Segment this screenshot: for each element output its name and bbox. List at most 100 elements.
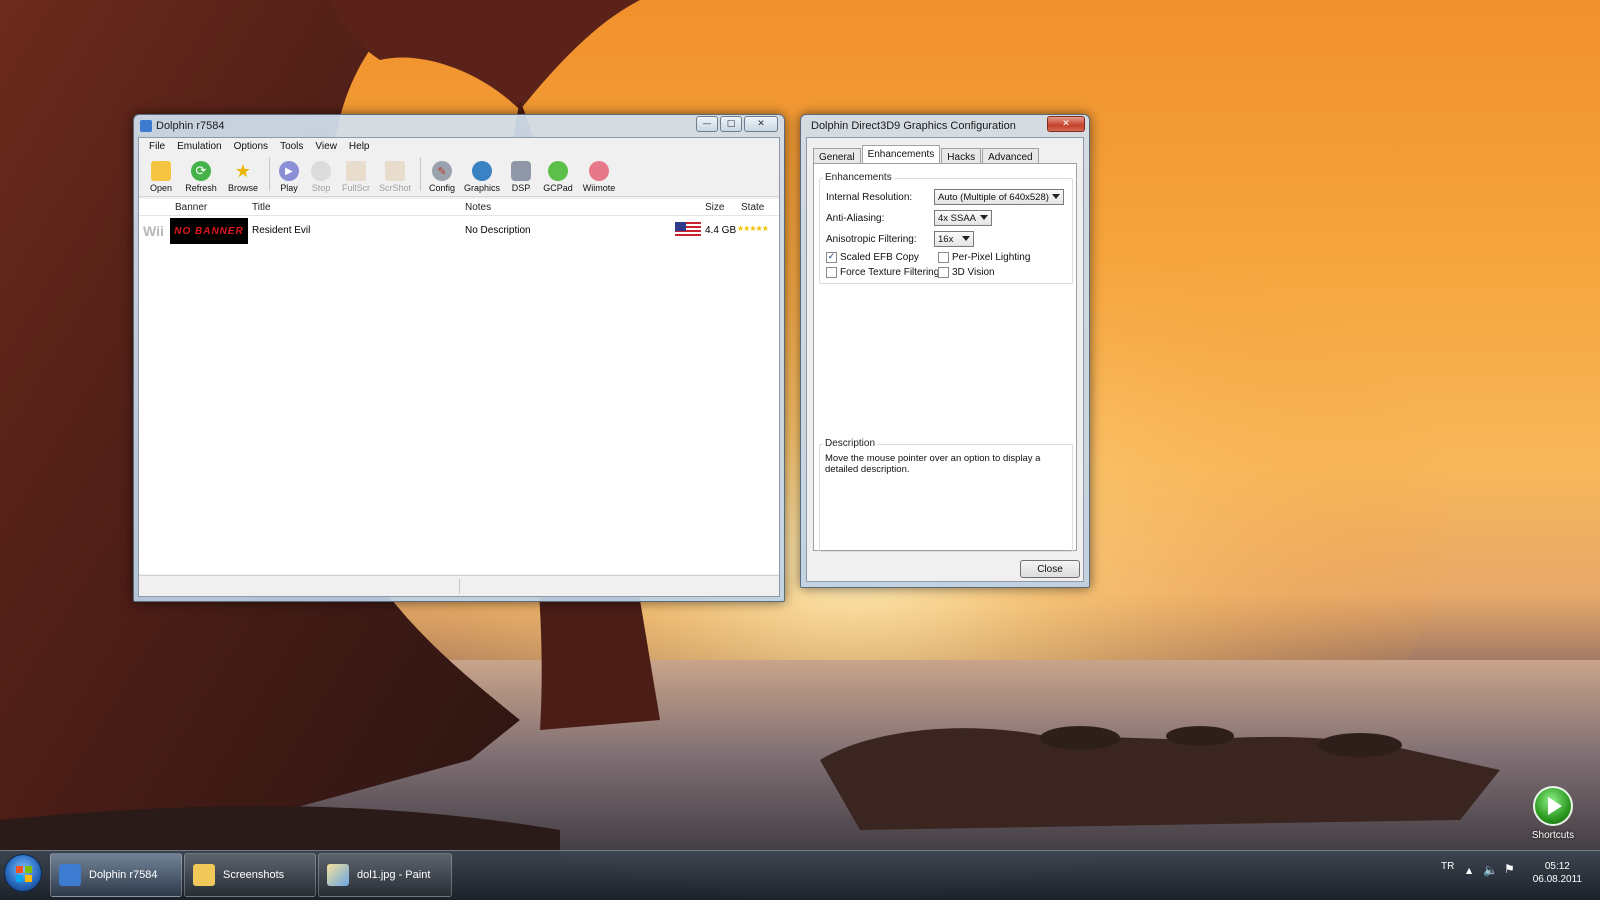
- enhancements-page: Enhancements Internal Resolution: Auto (…: [813, 163, 1077, 552]
- menu-help[interactable]: Help: [343, 141, 376, 152]
- toolbar-separator: [269, 157, 270, 191]
- dsp-button[interactable]: DSP: [505, 161, 537, 193]
- game-size: 4.4 GB: [705, 225, 737, 236]
- clock-date: 06.08.2011: [1532, 874, 1582, 885]
- close-dialog-button[interactable]: Close: [1020, 560, 1080, 578]
- open-folder-icon: [151, 161, 171, 181]
- column-notes[interactable]: Notes: [465, 202, 491, 213]
- graphics-button[interactable]: Graphics: [461, 161, 503, 193]
- chevron-down-icon: [980, 215, 988, 220]
- checkbox-unchecked-icon: [938, 252, 949, 263]
- game-row[interactable]: Wii NO BANNER Resident Evil No Descripti…: [139, 217, 779, 245]
- taskbar-item-dolphin[interactable]: Dolphin r7584: [50, 853, 182, 897]
- volume-icon[interactable]: 🔈: [1483, 863, 1498, 877]
- anisotropic-filtering-label: Anisotropic Filtering:: [826, 234, 917, 245]
- dolphin-app-icon: [140, 120, 152, 132]
- shortcuts-label: Shortcuts: [1531, 830, 1575, 841]
- shortcuts-gadget[interactable]: Shortcuts: [1528, 786, 1578, 841]
- gcpad-button[interactable]: GCPad: [539, 161, 577, 193]
- open-button[interactable]: Open: [143, 161, 179, 193]
- status-bar: [139, 575, 779, 596]
- force-texture-filtering-checkbox[interactable]: Force Texture Filtering: [826, 267, 939, 278]
- toolbar: Open ⟳ Refresh ★ Browse ▶ Play Stop Full…: [139, 155, 779, 197]
- tab-strip: General Enhancements Hacks Advanced: [813, 145, 1040, 164]
- language-indicator[interactable]: TR: [1441, 861, 1454, 872]
- tab-hacks[interactable]: Hacks: [941, 148, 982, 164]
- usa-flag-icon: [675, 222, 701, 238]
- per-pixel-lighting-checkbox[interactable]: Per-Pixel Lighting: [938, 252, 1030, 263]
- minimize-button[interactable]: —: [696, 116, 718, 132]
- tray-expand-icon[interactable]: ▲: [1466, 866, 1472, 875]
- tab-enhancements[interactable]: Enhancements: [861, 145, 941, 164]
- action-center-flag-icon[interactable]: ⚑: [1504, 862, 1515, 876]
- star-icon: ★: [234, 160, 252, 182]
- fullscreen-button[interactable]: FullScr: [338, 161, 374, 193]
- menu-bar: File Emulation Options Tools View Help: [139, 138, 779, 155]
- game-list-header: Banner Title Notes Size State: [139, 199, 779, 216]
- close-button[interactable]: ✕: [744, 116, 778, 132]
- banner-text: NO BANNER: [174, 225, 244, 237]
- dolphin-icon: [59, 864, 81, 886]
- config-icon: ✎: [432, 161, 452, 181]
- enhancements-group-label: Enhancements: [823, 172, 894, 183]
- taskbar-item-screenshots[interactable]: Screenshots: [184, 853, 316, 897]
- screenshot-icon: [385, 161, 405, 181]
- dialog-close-button[interactable]: ✕: [1047, 116, 1085, 132]
- window-title: Dolphin r7584: [156, 120, 225, 132]
- play-button[interactable]: ▶ Play: [274, 161, 304, 193]
- graphics-config-dialog: Dolphin Direct3D9 Graphics Configuration…: [800, 114, 1090, 588]
- dolphin-titlebar[interactable]: Dolphin r7584 — □ ✕: [134, 115, 784, 137]
- menu-tools[interactable]: Tools: [274, 141, 309, 152]
- play-icon: [1533, 786, 1573, 826]
- column-size[interactable]: Size: [705, 202, 724, 213]
- clock-time: 05:12: [1544, 861, 1570, 872]
- description-text: Move the mouse pointer over an option to…: [825, 453, 1041, 475]
- anti-aliasing-label: Anti-Aliasing:: [826, 213, 885, 224]
- column-state[interactable]: State: [741, 202, 764, 213]
- play-icon: ▶: [279, 161, 299, 181]
- maximize-button[interactable]: □: [720, 116, 742, 132]
- fullscreen-icon: [346, 161, 366, 181]
- menu-options[interactable]: Options: [228, 141, 274, 152]
- toolbar-separator: [420, 157, 421, 191]
- menu-emulation[interactable]: Emulation: [171, 141, 227, 152]
- anisotropic-filtering-select[interactable]: 16x: [934, 231, 974, 247]
- chevron-down-icon: [962, 236, 970, 241]
- checkbox-unchecked-icon: [938, 267, 949, 278]
- refresh-button[interactable]: ⟳ Refresh: [181, 161, 221, 193]
- stop-button[interactable]: Stop: [306, 161, 336, 193]
- start-button[interactable]: [4, 854, 42, 892]
- config-button[interactable]: ✎ Config: [425, 161, 459, 193]
- anti-aliasing-select[interactable]: 4x SSAA: [934, 210, 992, 226]
- graphics-icon: [472, 161, 492, 181]
- tab-general[interactable]: General: [813, 148, 861, 164]
- browse-button[interactable]: ★ Browse: [223, 160, 263, 194]
- wiimote-button[interactable]: Wiimote: [579, 161, 619, 193]
- dialog-title: Dolphin Direct3D9 Graphics Configuration: [811, 120, 1016, 132]
- taskbar: Dolphin r7584 Screenshots dol1.jpg - Pai…: [0, 850, 1600, 900]
- internal-resolution-select[interactable]: Auto (Multiple of 640x528): [934, 189, 1064, 205]
- paint-icon: [327, 864, 349, 886]
- gfx-titlebar[interactable]: Dolphin Direct3D9 Graphics Configuration…: [801, 115, 1089, 137]
- checkbox-unchecked-icon: [826, 267, 837, 278]
- tab-advanced[interactable]: Advanced: [982, 148, 1039, 164]
- folder-icon: [193, 864, 215, 886]
- description-group-label: Description: [823, 438, 878, 449]
- taskbar-item-paint[interactable]: dol1.jpg - Paint: [318, 853, 452, 897]
- game-title: Resident Evil: [252, 225, 311, 236]
- 3d-vision-checkbox[interactable]: 3D Vision: [938, 267, 995, 278]
- column-title[interactable]: Title: [252, 202, 271, 213]
- system-clock[interactable]: 05:12 06.08.2011: [1533, 860, 1582, 886]
- column-banner[interactable]: Banner: [175, 202, 207, 213]
- scaled-efb-copy-checkbox[interactable]: ✓ Scaled EFB Copy: [826, 252, 919, 263]
- refresh-icon: ⟳: [191, 161, 211, 181]
- menu-view[interactable]: View: [309, 141, 343, 152]
- dsp-icon: [511, 161, 531, 181]
- dolphin-main-window: Dolphin r7584 — □ ✕ File Emulation Optio…: [133, 114, 785, 602]
- chevron-down-icon: [1052, 194, 1060, 199]
- menu-file[interactable]: File: [143, 141, 171, 152]
- game-notes: No Description: [465, 225, 531, 236]
- screenshot-button[interactable]: ScrShot: [376, 161, 414, 193]
- platform-label: Wii: [143, 223, 164, 239]
- game-list[interactable]: Banner Title Notes Size State Wii NO BAN…: [139, 199, 779, 574]
